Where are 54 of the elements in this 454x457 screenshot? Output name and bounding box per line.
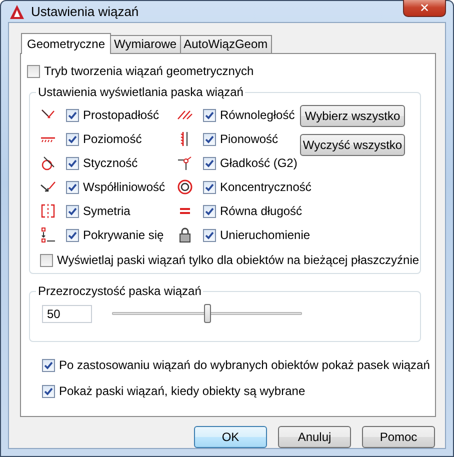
checkbox-label[interactable]: Poziomość xyxy=(83,132,142,146)
checkbox-label[interactable]: Równoległość xyxy=(220,108,295,122)
slider-thumb[interactable] xyxy=(204,304,211,323)
dialog-button[interactable]: Pomoc xyxy=(362,426,435,448)
group-title: Ustawienia wyświetlania paska wiązań xyxy=(36,85,246,99)
close-button[interactable]: ✕ xyxy=(403,0,446,17)
symmetry-icon xyxy=(40,203,56,219)
checkbox-label[interactable]: Tryb tworzenia wiązań geometrycznych xyxy=(44,64,254,78)
tab[interactable]: Wymiarowe xyxy=(110,35,181,53)
input-field[interactable]: 50 xyxy=(42,304,92,322)
smooth-curve-icon xyxy=(177,155,193,171)
checkbox[interactable] xyxy=(40,254,53,266)
checkbox-label[interactable]: Po zastosowaniu wiązań do wybranych obiektów pokaż pasek wiązań xyxy=(59,358,430,372)
checkbox-label[interactable]: Pokaż paski wiązań, kiedy obiekty są wybrane xyxy=(59,384,306,398)
checkbox[interactable] xyxy=(66,228,79,242)
checkbox-label[interactable]: Unieruchomienie xyxy=(220,228,310,242)
window-title: Ustawienia wiązań xyxy=(31,4,140,19)
checkbox-label[interactable]: Wyświetlaj paski wiązań tylko dla obiektów na bieżącej płaszczyźnie xyxy=(57,253,420,267)
app-logo-icon xyxy=(9,4,25,20)
checkbox-label[interactable]: Pokrywanie się xyxy=(83,228,164,242)
slider[interactable] xyxy=(112,304,302,323)
checkbox[interactable] xyxy=(66,156,79,170)
checkbox[interactable] xyxy=(203,228,216,242)
tangent-icon xyxy=(40,155,56,171)
checkbox[interactable] xyxy=(203,156,216,170)
checkbox[interactable] xyxy=(203,180,216,194)
checkbox-label[interactable]: Współliniowość xyxy=(83,180,166,194)
checkbox[interactable] xyxy=(42,358,55,372)
checkbox-label[interactable]: Styczność xyxy=(83,156,138,170)
dialog-button[interactable]: Anuluj xyxy=(278,426,351,448)
checkbox-label[interactable]: Pionowość xyxy=(220,132,278,146)
checkbox[interactable] xyxy=(203,132,216,146)
dialog-button[interactable]: OK xyxy=(194,426,267,448)
padlock-icon xyxy=(177,227,193,243)
checkbox[interactable] xyxy=(66,132,79,146)
tab[interactable]: AutoWiązGeom xyxy=(180,35,272,53)
tab[interactable]: Geometryczne xyxy=(21,33,112,54)
checkbox[interactable] xyxy=(27,64,40,78)
checkbox-label[interactable]: Równa długość xyxy=(220,204,302,218)
checkbox-label[interactable]: Symetria xyxy=(83,204,130,218)
coincident-icon xyxy=(40,227,56,243)
checkbox[interactable] xyxy=(66,204,79,218)
checkbox[interactable] xyxy=(66,108,79,122)
checkbox-label[interactable]: Gładkość (G2) xyxy=(220,156,298,170)
select-button[interactable]: Wyczyść wszystko xyxy=(300,134,405,156)
select-button[interactable]: Wybierz wszystko xyxy=(300,105,405,127)
concentric-circles-icon xyxy=(177,179,193,195)
checkbox-label[interactable]: Prostopadłość xyxy=(83,108,160,122)
checkbox[interactable] xyxy=(203,108,216,122)
checkbox-label[interactable]: Koncentryczność xyxy=(220,180,312,194)
checkbox[interactable] xyxy=(66,180,79,194)
group-title: Przezroczystość paska wiązań xyxy=(36,284,204,298)
checkbox[interactable] xyxy=(42,384,55,398)
checkbox[interactable] xyxy=(203,204,216,218)
